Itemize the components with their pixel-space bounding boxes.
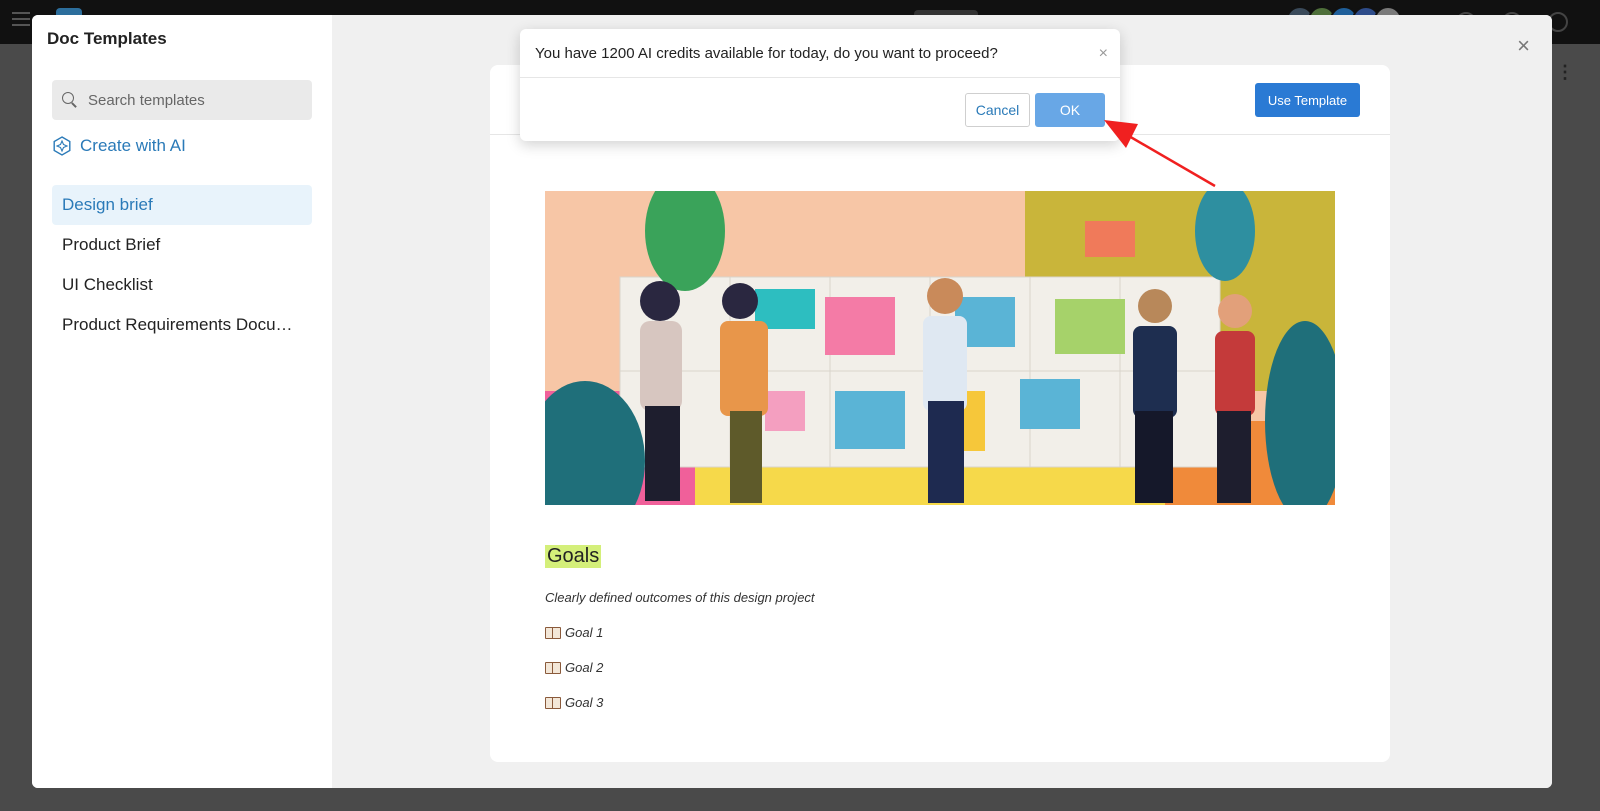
- ai-sparkle-icon: [53, 136, 71, 156]
- goals-heading: Goals: [545, 545, 602, 568]
- ai-credits-confirm-dialog: You have 1200 AI credits available for t…: [520, 29, 1120, 141]
- book-icon: [545, 626, 561, 639]
- create-with-ai-link[interactable]: Create with AI: [52, 136, 186, 156]
- template-item-product-brief[interactable]: Product Brief: [52, 225, 312, 265]
- modal-title: Doc Templates: [47, 29, 167, 48]
- use-template-button[interactable]: Use Template: [1255, 83, 1360, 117]
- cancel-button[interactable]: Cancel: [965, 93, 1030, 127]
- template-item-ui-checklist[interactable]: UI Checklist: [52, 265, 312, 305]
- book-icon: [545, 661, 561, 674]
- goal-label: Goal 1: [565, 625, 604, 640]
- goal-item: Goal 3: [545, 695, 1335, 710]
- design-brief-illustration: [545, 191, 1335, 505]
- dialog-message: You have 1200 AI credits available for t…: [535, 45, 998, 62]
- ok-button[interactable]: OK: [1035, 93, 1105, 127]
- template-item-product-requirements[interactable]: Product Requirements Docu…: [52, 305, 312, 345]
- close-icon[interactable]: ×: [1099, 45, 1108, 63]
- search-icon: [62, 92, 78, 108]
- goal-item: Goal 2: [545, 660, 1335, 675]
- goals-description: Clearly defined outcomes of this design …: [545, 590, 815, 605]
- search-box[interactable]: [52, 80, 312, 120]
- goal-item: Goal 1: [545, 625, 1335, 640]
- template-preview-card: Use Template Goals Clearly defined outco…: [490, 65, 1390, 762]
- templates-sidebar: Doc Templates Create with AI Design brie…: [32, 15, 332, 788]
- templates-list: Design brief Product Brief UI Checklist …: [52, 185, 312, 345]
- close-icon[interactable]: ×: [1517, 33, 1530, 59]
- book-icon: [545, 696, 561, 709]
- template-item-design-brief[interactable]: Design brief: [52, 185, 312, 225]
- kebab-menu-icon: ⋮: [1556, 62, 1574, 82]
- annotation-arrow-icon: [1104, 120, 1216, 188]
- dialog-divider: [520, 77, 1120, 78]
- create-with-ai-label: Create with AI: [80, 136, 186, 155]
- search-input[interactable]: [88, 91, 288, 109]
- goal-label: Goal 3: [565, 695, 604, 710]
- template-document-body: Goals Clearly defined outcomes of this d…: [545, 545, 1335, 715]
- hamburger-menu-icon: [12, 12, 30, 26]
- goal-label: Goal 2: [565, 660, 604, 675]
